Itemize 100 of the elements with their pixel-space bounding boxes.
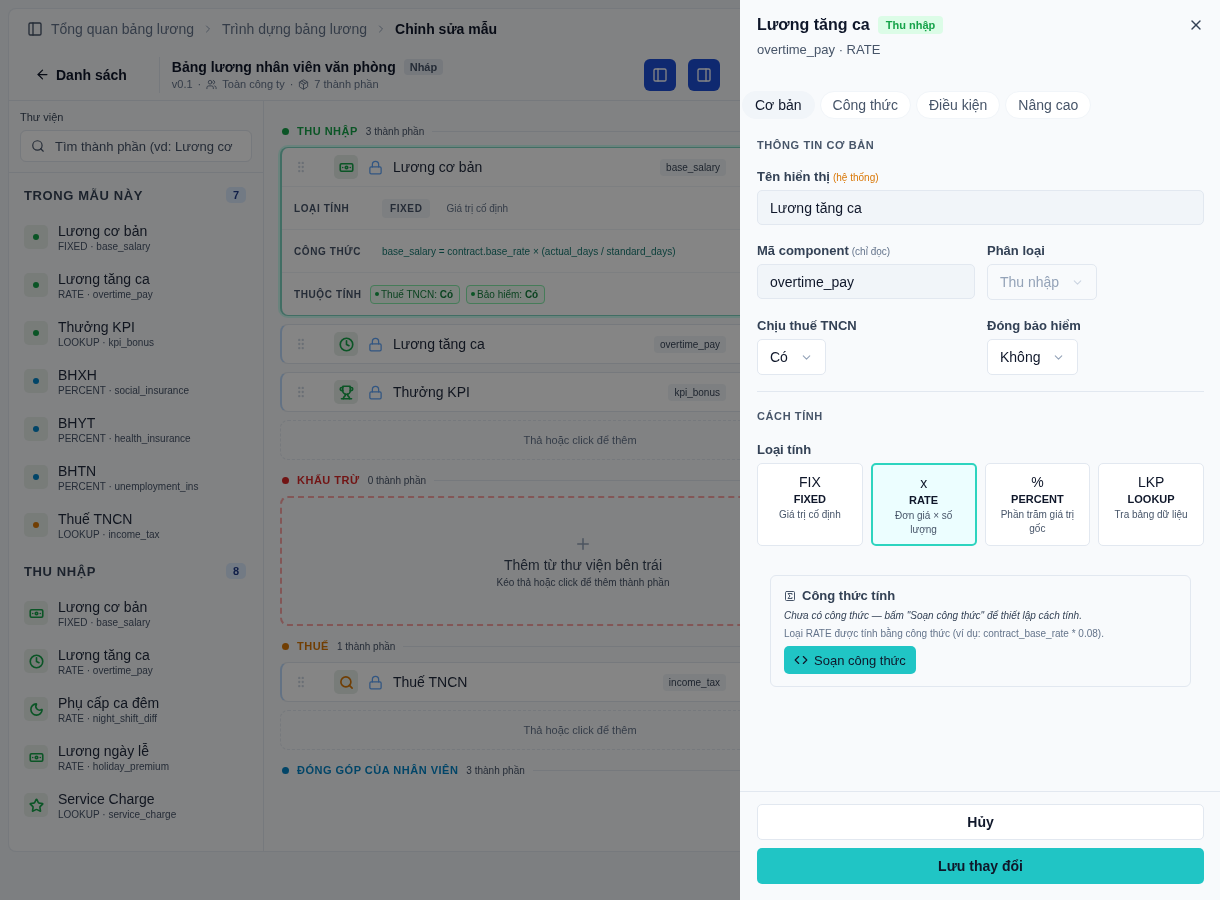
detail-label: CÔNG THỨC <box>294 245 363 257</box>
lock-icon <box>368 674 383 690</box>
tab[interactable]: Điều kiện <box>915 91 1001 119</box>
input-field[interactable]: overtime_pay <box>757 264 975 299</box>
section-label: CÁCH TÍNH <box>757 410 824 422</box>
item-name[interactable]: Lương cơ bản <box>58 222 151 239</box>
component-name: Thưởng KPI <box>393 384 471 400</box>
item-meta: FIXED · base_salary <box>58 240 151 252</box>
breadcrumb-item: Chỉnh sửa mẫu <box>395 21 497 37</box>
lock-icon <box>368 336 383 352</box>
item-name[interactable]: BHYT <box>58 414 191 431</box>
component-card[interactable]: Thuế TNCN income_tax <box>280 662 740 702</box>
save-button[interactable]: Lưu thay đổi <box>757 848 1204 884</box>
group-title: TRONG MẪU NÀY <box>24 187 144 203</box>
field-label: Mã component (chỉ đọc) <box>757 243 892 258</box>
right-panel-button[interactable] <box>688 58 720 91</box>
version-text: v0.1 <box>171 78 193 90</box>
component-card[interactable]: Lương cơ bản base_salary LOẠI TÍNH FIXED Giá trị cố định CÔNG THỨC base_salary = contract.base_rate × (actual_days / standard_days) THUỘC TÍNH Thuế TNCN: Có Bảo hiểm: Có <box>280 147 740 316</box>
item-meta: PERCENT · health_insurance <box>58 432 191 444</box>
library-label: Thư viện <box>20 111 65 123</box>
item-name[interactable]: Thưởng KPI <box>58 318 154 335</box>
lock-icon <box>368 384 383 400</box>
item-meta: LOOKUP · income_tax <box>58 528 160 540</box>
field-label: Phân loại <box>987 243 1046 258</box>
item-name[interactable]: Lương tăng ca <box>58 270 153 287</box>
group-title: THU NHẬP <box>24 563 96 579</box>
formula-empty-note: Chưa có công thức — bấm "Soạn công thức" để thiết lập cách tính. <box>784 610 1083 621</box>
item-name[interactable]: Thuế TNCN <box>58 510 160 527</box>
section-count: 1 thành phần <box>336 640 396 652</box>
empty-title: Thêm từ thư viện bên trái <box>503 556 662 573</box>
item-name[interactable]: Phụ cấp ca đêm <box>58 694 160 711</box>
search-field[interactable]: Tìm thành phần (vd: Lương cơ <box>20 130 252 162</box>
edit-formula-button[interactable]: Soạn công thức <box>784 646 916 674</box>
group-count: 7 <box>225 187 246 203</box>
item-meta: LOOKUP · service_charge <box>58 808 177 820</box>
section-count: 3 thành phần <box>466 764 525 776</box>
select-field[interactable]: Không <box>987 339 1079 375</box>
select-field[interactable]: Có <box>757 339 826 375</box>
input-field[interactable]: Lương tăng ca <box>757 190 1204 225</box>
breadcrumb-item[interactable]: Tổng quan bảng lương <box>51 21 195 37</box>
item-name[interactable]: BHXH <box>58 366 189 383</box>
scope-text: Toàn công ty <box>222 78 285 90</box>
group-count: 8 <box>225 563 246 579</box>
formula-title: Công thức tính <box>802 588 896 603</box>
separator-dot: · <box>289 78 294 90</box>
detail-label: LOẠI TÍNH <box>294 202 351 214</box>
section-title: KHẤU TRỪ <box>297 474 360 486</box>
users-icon <box>206 78 218 90</box>
item-meta: PERCENT · unemployment_ins <box>58 480 199 492</box>
left-panel-button[interactable] <box>644 58 676 91</box>
component-card[interactable]: Lương tăng ca overtime_pay <box>280 324 740 364</box>
back-button[interactable]: Danh sách <box>27 60 137 89</box>
item-name[interactable]: Service Charge <box>58 790 177 807</box>
formula-text: base_salary = contract.base_rate × (actual_days / standard_days) <box>382 245 676 257</box>
item-name[interactable]: BHTN <box>58 462 199 479</box>
calc-type-option[interactable]: % PERCENT Phần trăm giá trị gốc <box>984 463 1091 546</box>
section-count: 0 thành phần <box>367 474 426 486</box>
field-label: Loại tính <box>757 442 813 457</box>
component-code: income_tax <box>662 673 726 691</box>
tab[interactable]: Nâng cao <box>1005 91 1092 119</box>
search-input[interactable]: Tìm thành phần (vd: Lương cơ <box>53 137 241 155</box>
component-name: Lương cơ bản <box>393 159 484 175</box>
status-badge: Nháp <box>403 59 444 75</box>
component-code: base_salary <box>660 158 726 176</box>
item-name[interactable]: Lương tăng ca <box>58 646 153 663</box>
code-icon <box>794 653 808 667</box>
calc-type-option[interactable]: x RATE Đơn giá × số lượng <box>870 463 977 546</box>
field-label: Chịu thuế TNCN <box>757 318 858 333</box>
component-count: 7 thành phần <box>314 78 379 90</box>
component-code: kpi_bonus <box>668 383 726 401</box>
item-meta: PERCENT · social_insurance <box>58 384 189 396</box>
detail-label: THUỘC TÍNH <box>294 288 363 300</box>
item-name[interactable]: Lương cơ bản <box>58 598 151 615</box>
component-card[interactable]: Thưởng KPI kpi_bonus <box>280 372 740 412</box>
calc-type-option[interactable]: FIX FIXED Giá trị cố định <box>757 463 863 546</box>
package-icon <box>298 78 310 90</box>
empty-hint: Kéo thả hoặc click để thêm thành phần <box>496 576 670 588</box>
cancel-button[interactable]: Hủy <box>757 804 1204 840</box>
breadcrumb-item[interactable]: Trình dựng bảng lương <box>222 21 368 37</box>
lock-icon <box>368 159 383 175</box>
section-label: THÔNG TIN CƠ BẢN <box>757 139 876 151</box>
field-label: Đóng bảo hiểm <box>987 318 1082 333</box>
attribute-tag: Bảo hiểm: Có <box>466 284 546 304</box>
separator-dot: · <box>197 78 202 90</box>
tab[interactable]: Cơ bản <box>742 91 815 119</box>
calc-type-option[interactable]: LKP LOOKUP Tra bảng dữ liệu <box>1098 463 1204 546</box>
search-icon <box>31 139 45 153</box>
calc-type-tag: FIXED <box>382 198 431 218</box>
panel-left-icon <box>652 66 668 83</box>
drawer-subtitle: overtime_pay · RATE <box>757 42 882 57</box>
section-count: 3 thành phần <box>365 125 425 137</box>
drawer-title: Lương tăng ca <box>757 16 870 34</box>
item-meta: RATE · night_shift_diff <box>58 712 159 724</box>
field-label: Tên hiển thị (hệ thống) <box>757 169 880 184</box>
sidebar-toggle-icon[interactable] <box>27 21 43 37</box>
template-title: Bảng lương nhân viên văn phòng <box>171 59 396 75</box>
attribute-tag: Thuế TNCN: Có <box>370 284 461 304</box>
item-name[interactable]: Lương ngày lễ <box>58 742 169 759</box>
tab[interactable]: Công thức <box>819 91 911 119</box>
item-meta: RATE · overtime_pay <box>58 288 153 300</box>
